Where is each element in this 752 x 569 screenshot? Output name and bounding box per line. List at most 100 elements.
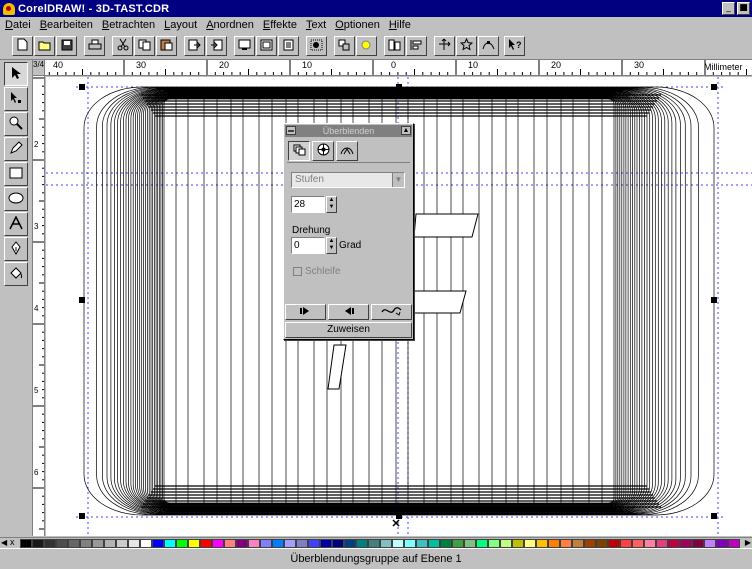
copy-button[interactable]: [134, 36, 155, 56]
palette-swatch[interactable]: [668, 539, 680, 548]
palette-swatch[interactable]: [308, 539, 320, 548]
palette-swatch[interactable]: [80, 539, 92, 548]
vertical-ruler[interactable]: 2 3 4 5 6: [33, 76, 45, 536]
apply-button[interactable]: Zuweisen: [285, 322, 412, 338]
rollup-title[interactable]: Überblenden: [285, 125, 412, 137]
horizontal-ruler[interactable]: 40 30 20 10 0 10 20 30 Millimeter: [33, 60, 752, 76]
palette-swatch[interactable]: [332, 539, 344, 548]
palette-scroll-right-icon[interactable]: ▶: [745, 538, 751, 547]
palette-swatch[interactable]: [320, 539, 332, 548]
rotation-input[interactable]: 0: [291, 237, 325, 254]
maximize-button[interactable]: ■: [737, 2, 750, 15]
palette-swatch[interactable]: [620, 539, 632, 548]
palette-swatch[interactable]: [284, 539, 296, 548]
palette-swatch[interactable]: [584, 539, 596, 548]
end-object-button[interactable]: [328, 304, 369, 320]
palette-swatch[interactable]: [704, 539, 716, 548]
palette-swatch[interactable]: [596, 539, 608, 548]
menu-hilfe[interactable]: Hilfe: [389, 19, 411, 31]
palette-swatch[interactable]: [176, 539, 188, 548]
path-tab[interactable]: [336, 141, 358, 161]
palette-swatch[interactable]: [224, 539, 236, 548]
minimize-button[interactable]: _: [722, 2, 735, 15]
fill-tool[interactable]: [4, 262, 28, 286]
palette-swatch[interactable]: [464, 539, 476, 548]
palette-swatch[interactable]: [440, 539, 452, 548]
start-object-button[interactable]: [285, 304, 326, 320]
menu-effekte[interactable]: Effekte: [263, 19, 297, 31]
palette-swatch[interactable]: [248, 539, 260, 548]
palette-swatch[interactable]: [728, 539, 740, 548]
rollup-system-menu-button[interactable]: [286, 126, 296, 135]
palette-swatch[interactable]: [44, 539, 56, 548]
rotation-spinner[interactable]: ▲ ▼: [326, 237, 337, 254]
node-edit-button[interactable]: [478, 36, 499, 56]
menu-layout[interactable]: Layout: [164, 19, 197, 31]
menu-optionen[interactable]: Optionen: [335, 19, 380, 31]
palette-swatch[interactable]: [212, 539, 224, 548]
blend-mode-select[interactable]: Stufen ▼: [291, 172, 405, 188]
no-fill-swatch[interactable]: x: [10, 537, 15, 547]
palette-swatch[interactable]: [356, 539, 368, 548]
group-button[interactable]: [306, 36, 327, 56]
steps-spinner[interactable]: ▲ ▼: [326, 196, 337, 213]
loop-checkbox[interactable]: Schleife: [293, 266, 341, 277]
palette-swatch[interactable]: [476, 539, 488, 548]
palette-swatch[interactable]: [236, 539, 248, 548]
ruler-origin[interactable]: 3/4: [33, 60, 45, 76]
palette-swatch[interactable]: [260, 539, 272, 548]
menu-anordnen[interactable]: Anordnen: [206, 19, 254, 31]
palette-swatch[interactable]: [536, 539, 548, 548]
zoom-tool[interactable]: [4, 112, 28, 136]
palette-swatch[interactable]: [140, 539, 152, 548]
palette-swatch[interactable]: [368, 539, 380, 548]
to-front-button[interactable]: [356, 36, 377, 56]
palette-swatch[interactable]: [392, 539, 404, 548]
palette-swatch[interactable]: [428, 539, 440, 548]
palette-swatch[interactable]: [128, 539, 140, 548]
wireframe-button[interactable]: [256, 36, 277, 56]
palette-swatch[interactable]: [656, 539, 668, 548]
palette-swatch[interactable]: [92, 539, 104, 548]
palette-swatch[interactable]: [68, 539, 80, 548]
palette-swatch[interactable]: [200, 539, 212, 548]
color-wheel-tab[interactable]: [312, 141, 334, 161]
rectangle-tool[interactable]: [4, 162, 28, 186]
paste-button[interactable]: [156, 36, 177, 56]
shape-tool[interactable]: [4, 87, 28, 111]
palette-swatch[interactable]: [344, 539, 356, 548]
ungroup-button[interactable]: [334, 36, 355, 56]
steps-tab[interactable]: [288, 141, 310, 161]
palette-swatch[interactable]: [20, 539, 32, 548]
cut-button[interactable]: [112, 36, 133, 56]
palette-swatch[interactable]: [572, 539, 584, 548]
menu-text[interactable]: Text: [306, 19, 326, 31]
text-tool[interactable]: [4, 212, 28, 236]
palette-swatch[interactable]: [272, 539, 284, 548]
palette-swatch[interactable]: [512, 539, 524, 548]
print-button[interactable]: [84, 36, 105, 56]
palette-swatch[interactable]: [488, 539, 500, 548]
rollup-roll-button[interactable]: ▲: [401, 126, 411, 135]
palette-swatch[interactable]: [548, 539, 560, 548]
palette-swatch[interactable]: [524, 539, 536, 548]
palette-swatch[interactable]: [452, 539, 464, 548]
zoom-page-button[interactable]: [278, 36, 299, 56]
new-button[interactable]: [12, 36, 33, 56]
menu-betrachten[interactable]: Betrachten: [102, 19, 155, 31]
blend-path-button[interactable]: [371, 304, 412, 320]
menu-bearbeiten[interactable]: Bearbeiten: [40, 19, 93, 31]
transform-button[interactable]: [434, 36, 455, 56]
palette-swatch[interactable]: [692, 539, 704, 548]
palette-swatch[interactable]: [32, 539, 44, 548]
coreldraw-app-icon[interactable]: [3, 2, 15, 15]
palette-swatch[interactable]: [296, 539, 308, 548]
import-button[interactable]: [184, 36, 205, 56]
full-screen-button[interactable]: [234, 36, 255, 56]
palette-swatch[interactable]: [152, 539, 164, 548]
outline-pen-tool[interactable]: [4, 237, 28, 261]
palette-swatch[interactable]: [380, 539, 392, 548]
palette-swatch[interactable]: [104, 539, 116, 548]
palette-swatch[interactable]: [716, 539, 728, 548]
palette-swatch[interactable]: [560, 539, 572, 548]
